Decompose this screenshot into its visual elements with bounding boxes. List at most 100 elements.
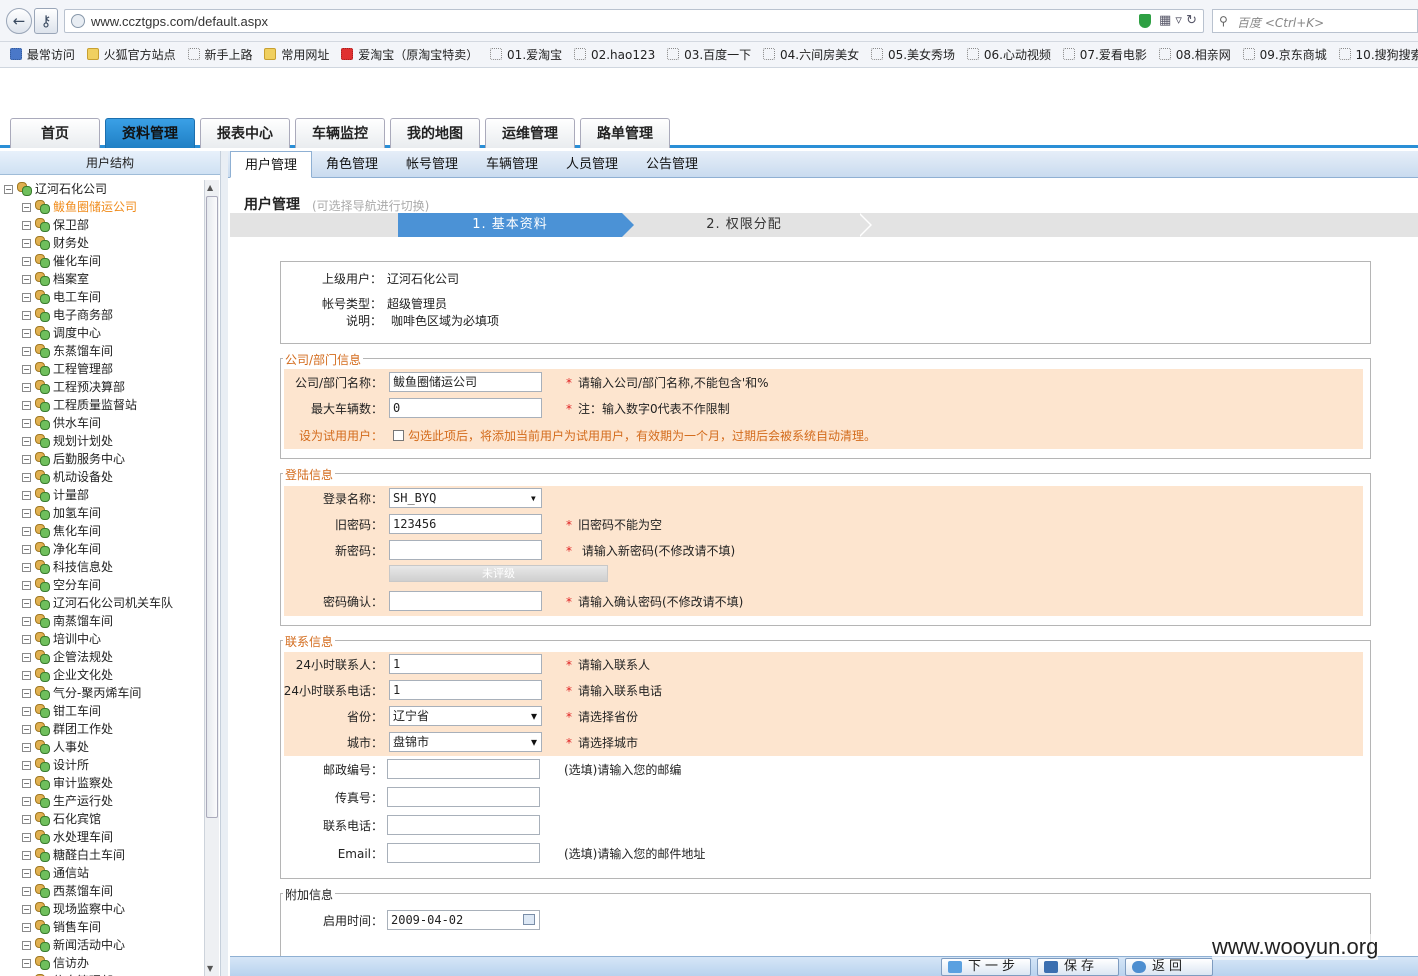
- bookmark-item[interactable]: 最常访问: [9, 42, 75, 67]
- expand-icon[interactable]: −: [22, 581, 31, 590]
- expand-icon[interactable]: −: [22, 797, 31, 806]
- expand-icon[interactable]: −: [22, 707, 31, 716]
- tree-item[interactable]: − 石化宾馆: [22, 810, 101, 828]
- pane-splitter[interactable]: [220, 151, 228, 976]
- city-select[interactable]: 盘锦市: [389, 732, 542, 752]
- expand-icon[interactable]: −: [22, 275, 31, 284]
- expand-icon[interactable]: −: [22, 653, 31, 662]
- bookmark-item[interactable]: 火狐官方站点: [86, 42, 176, 67]
- expand-icon[interactable]: −: [22, 815, 31, 824]
- scroll-thumb[interactable]: [206, 196, 218, 818]
- expand-icon[interactable]: −: [22, 851, 31, 860]
- tree-item[interactable]: − 培训中心: [22, 630, 101, 648]
- expand-icon[interactable]: −: [22, 293, 31, 302]
- reload-icon[interactable]: ↻: [1186, 13, 1197, 28]
- expand-icon[interactable]: −: [22, 383, 31, 392]
- bookmark-item[interactable]: 08.相亲网: [1158, 42, 1231, 67]
- expand-icon[interactable]: −: [22, 761, 31, 770]
- tree-item[interactable]: −信息管理部: [22, 972, 113, 976]
- subtab-role-management[interactable]: 角色管理: [314, 151, 390, 178]
- tree-item[interactable]: − 糖醛白土车间: [22, 846, 125, 864]
- tree-item[interactable]: − 信访办: [22, 954, 89, 972]
- bookmark-item[interactable]: 新手上路: [187, 42, 253, 67]
- tree-item[interactable]: − 设计所: [22, 756, 89, 774]
- expand-icon[interactable]: −: [22, 833, 31, 842]
- tree-item[interactable]: − 机动设备处: [22, 468, 113, 486]
- tree-item[interactable]: − 工程预决算部: [22, 378, 125, 396]
- expand-icon[interactable]: −: [22, 545, 31, 554]
- bookmark-item[interactable]: 01.爱淘宝: [490, 42, 562, 67]
- dropdown-icon[interactable]: ▿: [1175, 13, 1182, 28]
- tree-item[interactable]: − 东蒸馏车间: [22, 342, 113, 360]
- bookmark-item[interactable]: 03.百度一下: [667, 42, 751, 67]
- tree-item[interactable]: − 档案室: [22, 270, 89, 288]
- expand-icon[interactable]: −: [22, 959, 31, 968]
- tree-item[interactable]: − 鲅鱼圈储运公司: [22, 198, 137, 216]
- confirm-password-input[interactable]: [389, 591, 542, 611]
- collapse-icon[interactable]: −: [4, 185, 13, 194]
- save-button[interactable]: 保存: [1037, 958, 1119, 976]
- expand-icon[interactable]: −: [22, 257, 31, 266]
- tab-data-management[interactable]: 资料管理: [105, 118, 195, 148]
- expand-icon[interactable]: −: [22, 329, 31, 338]
- expand-icon[interactable]: −: [22, 869, 31, 878]
- expand-icon[interactable]: −: [22, 725, 31, 734]
- sidebar-scrollbar[interactable]: ▲ ▼: [204, 180, 219, 976]
- expand-icon[interactable]: −: [22, 509, 31, 518]
- subtab-vehicle-management[interactable]: 车辆管理: [474, 151, 550, 178]
- bookmark-item[interactable]: 09.京东商城: [1242, 42, 1327, 67]
- tree-root[interactable]: − 辽河石化公司: [4, 180, 107, 198]
- max-cars-input[interactable]: 0: [389, 398, 542, 418]
- email-input[interactable]: [387, 843, 540, 863]
- expand-icon[interactable]: −: [22, 401, 31, 410]
- tree-item[interactable]: − 水处理车间: [22, 828, 113, 846]
- tree-item[interactable]: − 企业文化处: [22, 666, 113, 684]
- expand-icon[interactable]: −: [22, 887, 31, 896]
- tree-item[interactable]: − 钳工车间: [22, 702, 101, 720]
- bookmark-item[interactable]: 06.心动视频: [966, 42, 1051, 67]
- key-icon[interactable]: ⚷: [34, 8, 58, 34]
- tree-item[interactable]: − 空分车间: [22, 576, 101, 594]
- expand-icon[interactable]: −: [22, 437, 31, 446]
- step-permissions[interactable]: 2. 权限分配: [630, 213, 872, 237]
- expand-icon[interactable]: −: [22, 347, 31, 356]
- bookmark-item[interactable]: 04.六间房美女: [763, 42, 859, 67]
- tree-item[interactable]: − 焦化车间: [22, 522, 101, 540]
- expand-icon[interactable]: −: [22, 527, 31, 536]
- expand-icon[interactable]: −: [22, 941, 31, 950]
- tree-item[interactable]: − 南蒸馏车间: [22, 612, 113, 630]
- scroll-down-icon[interactable]: ▼: [207, 964, 213, 973]
- expand-icon[interactable]: −: [22, 311, 31, 320]
- tree-item[interactable]: − 净化车间: [22, 540, 101, 558]
- bookmark-item[interactable]: 10.搜狗搜索: [1338, 42, 1418, 67]
- bookmark-item[interactable]: 常用网址: [264, 42, 329, 67]
- tree-item[interactable]: − 科技信息处: [22, 558, 113, 576]
- company-name-input[interactable]: 鲅鱼圈储运公司: [389, 372, 542, 392]
- tree-item[interactable]: − 保卫部: [22, 216, 89, 234]
- tab-home[interactable]: 首页: [10, 118, 100, 148]
- expand-icon[interactable]: −: [22, 671, 31, 680]
- expand-icon[interactable]: −: [22, 455, 31, 464]
- bookmark-item[interactable]: 07.爱看电影: [1062, 42, 1147, 67]
- qr-icon[interactable]: ▦: [1159, 13, 1171, 28]
- expand-icon[interactable]: −: [22, 779, 31, 788]
- tree-item[interactable]: − 后勤服务中心: [22, 450, 125, 468]
- expand-icon[interactable]: −: [22, 365, 31, 374]
- tree-item[interactable]: − 气分-聚丙烯车间: [22, 684, 141, 702]
- province-select[interactable]: 辽宁省: [389, 706, 542, 726]
- tree-item[interactable]: − 计量部: [22, 486, 89, 504]
- username-select[interactable]: SH_BYQ: [389, 488, 542, 508]
- step-basic-info[interactable]: 1. 基本资料: [398, 213, 634, 237]
- expand-icon[interactable]: −: [22, 491, 31, 500]
- tree-item[interactable]: − 工程管理部: [22, 360, 113, 378]
- expand-icon[interactable]: −: [22, 689, 31, 698]
- tree-item[interactable]: − 企管法规处: [22, 648, 113, 666]
- tree-item[interactable]: − 规划计划处: [22, 432, 113, 450]
- fax-input[interactable]: [387, 787, 540, 807]
- tree-item[interactable]: − 人事处: [22, 738, 89, 756]
- next-button[interactable]: 下一步: [941, 958, 1031, 976]
- tab-route-sheet[interactable]: 路单管理: [580, 118, 670, 148]
- expand-icon[interactable]: −: [22, 203, 31, 212]
- address-bar[interactable]: www.ccztgps.com/default.aspx ▦ ▿ ↻: [64, 9, 1204, 33]
- expand-icon[interactable]: −: [22, 617, 31, 626]
